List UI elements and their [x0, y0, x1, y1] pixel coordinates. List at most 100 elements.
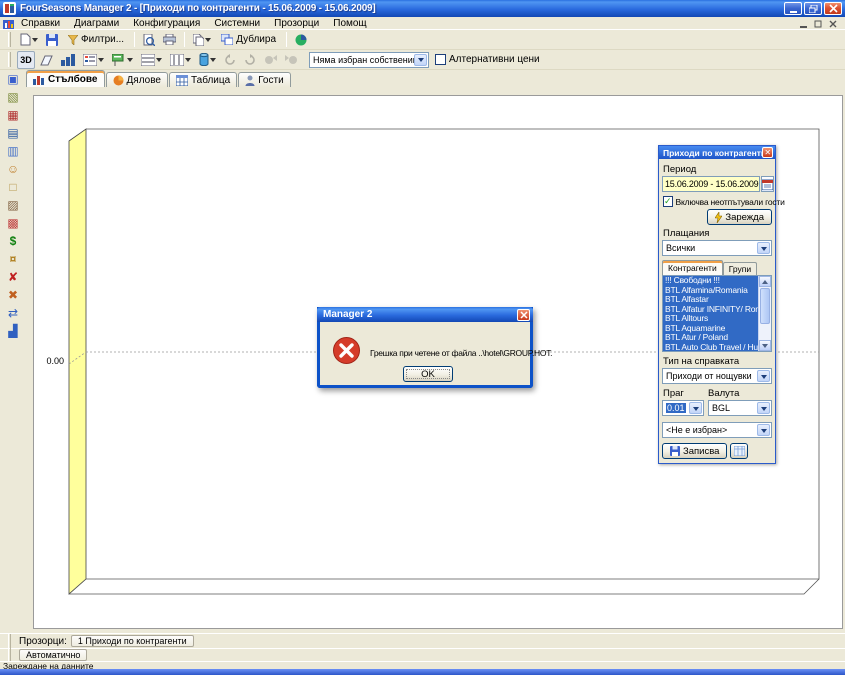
combobox-arrow-icon[interactable]: [414, 54, 427, 66]
folder-icon[interactable]: □: [5, 180, 21, 194]
calendar-picker-button[interactable]: [761, 176, 774, 192]
combobox-arrow-icon[interactable]: [757, 424, 770, 436]
list-item[interactable]: BTL Alfatur INFINITY/ Romani: [663, 305, 758, 315]
mdi-restore-button[interactable]: [813, 19, 823, 28]
threshold-combobox[interactable]: 0.01: [662, 400, 704, 416]
tab-groups[interactable]: Групи: [723, 262, 757, 275]
tab-table[interactable]: Таблица: [169, 72, 237, 87]
list-item[interactable]: BTL Atur / Poland: [663, 333, 758, 343]
list-item[interactable]: BTL Auto Club Travel / Hunga: [663, 343, 758, 353]
toggle-3d-button[interactable]: 3D: [17, 51, 35, 69]
archive-icon[interactable]: ▨: [5, 198, 21, 212]
minimize-button[interactable]: [784, 2, 802, 15]
list-item[interactable]: BTL Alfastar: [663, 295, 758, 305]
mdi-minimize-button[interactable]: [798, 19, 808, 28]
title-bar[interactable]: FourSeasons Manager 2 - [Приходи по конт…: [0, 0, 845, 17]
bar-chart-icon[interactable]: ▦: [5, 108, 21, 122]
tab-pie[interactable]: Дялове: [106, 72, 168, 87]
tab-guests[interactable]: Гости: [238, 72, 290, 87]
mdi-close-button[interactable]: [828, 19, 838, 28]
currency-icon[interactable]: ¤: [5, 252, 21, 266]
period-field[interactable]: 15.06.2009 - 15.06.2009: [662, 176, 760, 192]
guest-stats-icon[interactable]: ▟: [5, 324, 21, 338]
print-button[interactable]: [160, 31, 179, 49]
calendar-copy-icon[interactable]: ▥: [5, 144, 21, 158]
owners-combobox[interactable]: Няма избран собственици: [309, 52, 429, 68]
menu-diagrami[interactable]: Диаграми: [67, 17, 126, 30]
ok-button[interactable]: OK: [403, 366, 453, 382]
automatic-button[interactable]: Автоматично: [19, 649, 87, 661]
rotate-right-button[interactable]: [241, 51, 259, 69]
dialog-title: Manager 2: [323, 309, 372, 320]
combobox-arrow-icon[interactable]: [757, 402, 770, 414]
scrollbar-track[interactable]: [759, 325, 771, 340]
export-report-icon[interactable]: ▧: [5, 90, 21, 104]
panel-title-bar[interactable]: Приходи по контрагенти ✕: [659, 146, 775, 159]
payments-combobox[interactable]: Всички: [662, 240, 772, 256]
legend-button[interactable]: [80, 51, 107, 69]
dialog-close-button[interactable]: [517, 309, 530, 321]
room-grid-icon[interactable]: ▩: [5, 216, 21, 230]
new-report-button[interactable]: [17, 31, 41, 49]
filter-button[interactable]: Филтри...: [63, 31, 129, 49]
scroll-down-button[interactable]: [759, 340, 771, 351]
combobox-arrow-icon[interactable]: [757, 242, 770, 254]
combobox-arrow-icon[interactable]: [757, 370, 770, 382]
labels-button[interactable]: [109, 51, 136, 69]
tab-columns[interactable]: Стълбове: [26, 70, 105, 87]
vertical-grid-button[interactable]: [167, 51, 194, 69]
panel-close-button[interactable]: ✕: [762, 147, 773, 158]
alt-prices-checkbox[interactable]: [435, 54, 446, 65]
threshold-label: Праг: [663, 388, 703, 399]
menu-konfiguracia[interactable]: Конфигурация: [126, 17, 207, 30]
tab-contractors[interactable]: Контрагенти: [662, 260, 723, 275]
menu-sistemni[interactable]: Системни: [207, 17, 267, 30]
load-button[interactable]: Зарежда: [707, 209, 772, 225]
calendar-icon[interactable]: ▤: [5, 126, 21, 140]
restore-button[interactable]: [804, 2, 822, 15]
toolbar-grip[interactable]: [8, 634, 11, 649]
report-grid-button[interactable]: [730, 443, 748, 459]
restore-icon: [809, 5, 818, 13]
dollar-icon[interactable]: $: [5, 234, 21, 248]
show-values-button[interactable]: [58, 51, 78, 69]
close-button[interactable]: [824, 2, 842, 15]
print-preview-button[interactable]: [140, 31, 158, 49]
list-scrollbar[interactable]: [758, 276, 771, 351]
transfer-icon[interactable]: ⇄: [5, 306, 21, 320]
cancel-payment-icon[interactable]: ✖: [5, 288, 21, 302]
depth-increase-button[interactable]: [261, 51, 280, 69]
currency-combobox[interactable]: BGL: [708, 400, 772, 416]
report-type-combobox[interactable]: Приходи от нощувки: [662, 368, 772, 384]
cancel-icon[interactable]: ✘: [5, 270, 21, 284]
dialog-title-bar[interactable]: Manager 2: [317, 307, 533, 322]
cascade-windows-icon[interactable]: ▣: [5, 72, 21, 86]
list-item[interactable]: BTL Aquamarine: [663, 324, 758, 334]
horizontal-grid-button[interactable]: [138, 51, 165, 69]
saved-report-combobox[interactable]: <Не е избран>: [662, 422, 772, 438]
save-button[interactable]: [43, 31, 61, 49]
guests-icon[interactable]: ☺: [5, 162, 21, 176]
menu-spravki[interactable]: Справки: [14, 17, 67, 30]
list-item[interactable]: !!! Свободни !!!: [663, 276, 758, 286]
duplicate-button[interactable]: Дублира: [216, 31, 281, 49]
include-guests-checkbox[interactable]: ✓: [663, 196, 673, 207]
scroll-up-button[interactable]: [759, 276, 771, 287]
save-report-button[interactable]: Записва: [662, 443, 727, 459]
scrollbar-thumb[interactable]: [760, 288, 770, 324]
list-item[interactable]: BTL Alfamina/Romania: [663, 286, 758, 296]
depth-decrease-button[interactable]: [282, 51, 301, 69]
menu-pomosht[interactable]: Помощ: [326, 17, 373, 30]
toolbar-grip[interactable]: [8, 32, 11, 47]
rotate-view-button[interactable]: [37, 51, 56, 69]
combobox-arrow-icon[interactable]: [689, 402, 702, 414]
dropdown-arrow-icon: [98, 58, 104, 65]
menu-prozorci[interactable]: Прозорци: [267, 17, 326, 30]
rotate-left-button[interactable]: [221, 51, 239, 69]
copy-button[interactable]: [190, 31, 214, 49]
chart-report-button[interactable]: [292, 31, 310, 49]
bar-shape-button[interactable]: [196, 51, 219, 69]
open-window-button[interactable]: 1 Приходи по контрагенти: [71, 635, 194, 647]
list-item[interactable]: BTL Alltours: [663, 314, 758, 324]
toolbar-grip[interactable]: [8, 52, 11, 67]
